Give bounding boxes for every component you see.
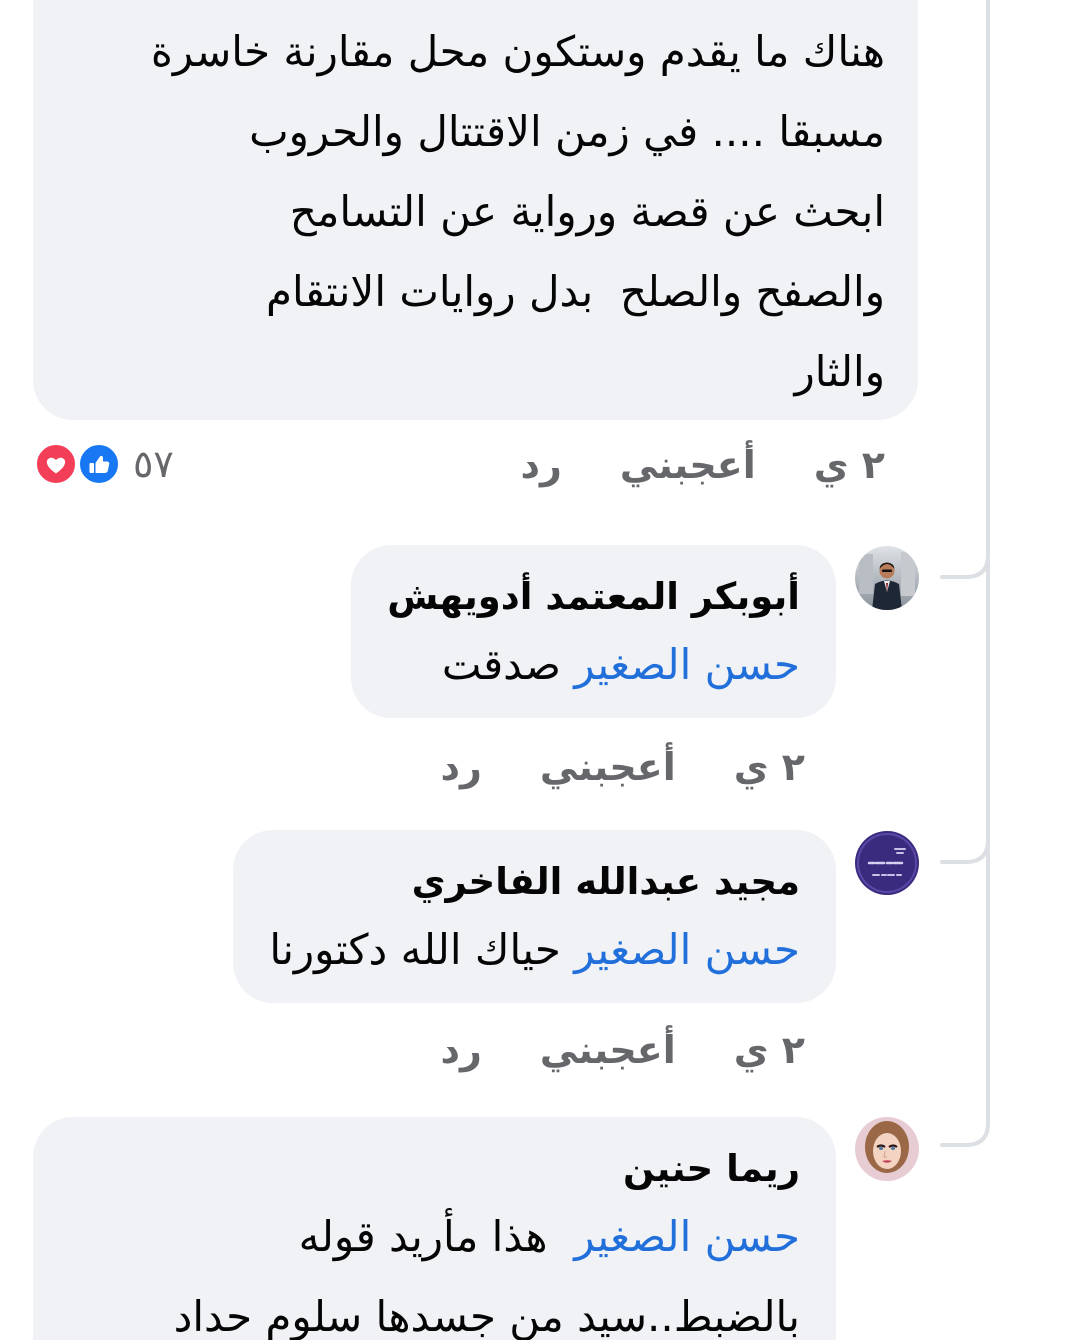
reply-timestamp[interactable]: ٢ ي [734,1026,805,1074]
main-comment-actions: ٢ ي أعجبني رد [521,441,886,489]
avatar[interactable] [855,1117,919,1181]
comment-text-line: مسبقا .... في زمن الاقتتال والحروب [249,107,885,156]
comment-text-line: والصفح والصلح بدل روايات الانتقام [265,267,885,316]
like-button[interactable]: أعجبني [620,441,756,489]
comment-text-line: والثار [794,347,885,396]
mention-link[interactable]: حسن الصغير [574,640,800,689]
reply-button[interactable]: رد [441,1026,482,1074]
reply-button[interactable]: رد [441,743,482,791]
heart-icon[interactable] [33,441,79,487]
reply-text: هذا مأريد قوله [298,1212,548,1261]
reply-author-name[interactable]: ريما حنين [69,1141,800,1197]
reaction-count[interactable]: ٥٧ [133,440,174,488]
avatar[interactable] [855,831,919,895]
comment-timestamp[interactable]: ٢ ي [814,441,885,489]
reply-text-line: حسن الصغير صدقت [387,625,800,705]
reply-author-name[interactable]: أبوبكر المعتمد أدويهش [387,569,800,625]
like-button[interactable]: أعجبني [540,1026,676,1074]
mention-link[interactable]: حسن الصغير [574,1212,800,1261]
mention-link[interactable]: حسن الصغير [574,925,800,974]
like-button[interactable]: أعجبني [540,743,676,791]
comment-text-line: ابحث عن قصة ورواية عن التسامح [289,187,885,236]
reply-button[interactable]: رد [521,441,562,489]
reply-text-line: حسن الصغير حياك الله دكتورنا [269,910,800,990]
reply-text-line: حسن الصغير هذا مأريد قوله [69,1197,800,1277]
reply-text-line: بالضبط..سيد من جسدها سلوم حداد [173,1292,800,1340]
reply-bubble: مجيد عبدالله الفاخري حسن الصغير حياك الل… [233,830,836,1003]
reply-text: صدقت [441,640,561,689]
avatar[interactable] [855,546,919,610]
comment-thread: هناك ما يقدم وستكون محل مقارنة خاسرة مسب… [0,0,1080,1340]
reply-actions: ٢ ي أعجبني رد [441,743,806,791]
reply-bubble: ريما حنين حسن الصغير هذا مأريد قوله بالض… [33,1117,836,1340]
reply-timestamp[interactable]: ٢ ي [734,743,805,791]
reply-text: حياك الله دكتورنا [269,925,561,974]
comment-text-line: هناك ما يقدم وستكون محل مقارنة خاسرة [150,27,885,76]
reply-author-name[interactable]: مجيد عبدالله الفاخري [269,854,800,910]
like-icon[interactable] [76,441,122,487]
reply-actions: ٢ ي أعجبني رد [441,1026,806,1074]
reply-bubble: أبوبكر المعتمد أدويهش حسن الصغير صدقت [351,545,836,718]
main-comment-bubble: هناك ما يقدم وستكون محل مقارنة خاسرة مسب… [33,0,918,420]
